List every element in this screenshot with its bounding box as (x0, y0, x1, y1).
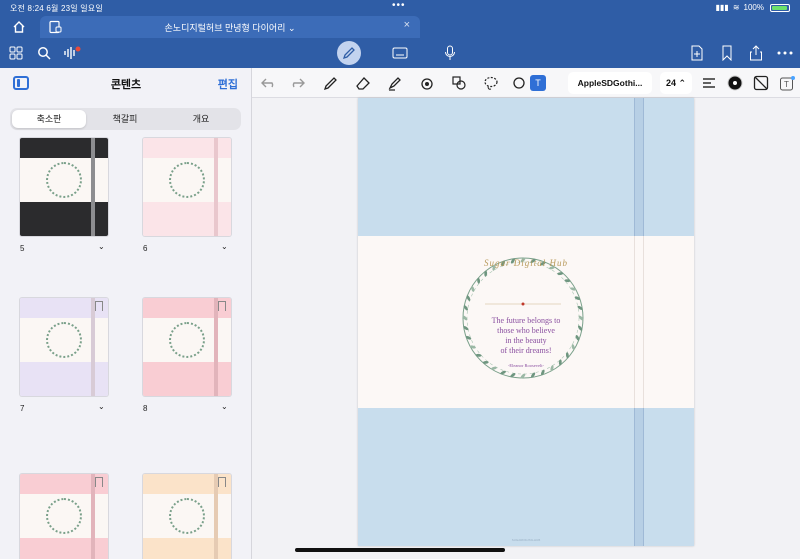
grid-icon[interactable] (7, 44, 25, 62)
status-bar: 오전 8:24 6월 23일 일요일 ••• ▮▮▮ ≋ 100% (0, 0, 800, 16)
wifi-icon: ≋ (732, 3, 740, 12)
chevron-down-icon[interactable]: ⌄ (221, 242, 228, 251)
battery-percent: 100% (743, 3, 764, 12)
brand-script-title: Sugar Digital Hub (483, 258, 568, 268)
document-tab[interactable]: 손노디지털허브 만녕형 다이어리 ⌄ × (40, 16, 420, 38)
home-icon[interactable] (10, 18, 28, 36)
thumb-strap (214, 138, 218, 236)
sidebar-edit-button[interactable]: 편집 (218, 76, 238, 92)
quote-line: in the beauty (505, 336, 547, 345)
text-box-icon[interactable]: T (778, 74, 796, 92)
align-left-icon[interactable] (700, 74, 718, 92)
chevron-down-icon[interactable]: ⌄ (221, 402, 228, 411)
thumb-wreath-icon (169, 322, 205, 358)
page-thumbnail[interactable] (143, 138, 231, 236)
more-icon[interactable] (776, 44, 794, 62)
shape-tool-icon[interactable] (418, 74, 436, 92)
annotation-toolbar: T AppleSDGothi... 24 ⌃ T (252, 68, 800, 98)
tab-bar: 손노디지털허브 만녕형 다이어리 ⌄ × (0, 16, 800, 38)
thumb-strap (214, 298, 218, 396)
search-icon[interactable] (35, 44, 53, 62)
page-thumbnail[interactable] (20, 138, 108, 236)
color-picker-icon[interactable] (726, 74, 744, 92)
thumb-bookmark-icon[interactable] (95, 477, 103, 487)
chevron-down-icon[interactable]: ⌄ (98, 402, 105, 411)
multitask-dots[interactable]: ••• (392, 0, 406, 11)
main-toolbar (0, 38, 800, 68)
document-tab-title: 손노디지털허브 만녕형 다이어리 ⌄ (164, 23, 296, 33)
thumb-wreath-icon (169, 498, 205, 534)
font-family-picker[interactable]: AppleSDGothi... (568, 72, 652, 94)
laser-pointer-icon[interactable] (510, 74, 528, 92)
thumb-wreath-icon (169, 162, 205, 198)
page-thumbnail[interactable] (143, 298, 231, 396)
tab-outline[interactable]: 개요 (164, 110, 238, 128)
undo-icon[interactable] (260, 74, 278, 92)
quote-author: -Eleanor Roosevelt- (507, 363, 545, 368)
quote-line: The future belongs to (491, 316, 561, 325)
thumb-bookmark-icon[interactable] (95, 301, 103, 311)
quote-line: of their dreams! (500, 346, 552, 355)
battery-icon (770, 3, 790, 12)
eraser-icon[interactable] (354, 74, 372, 92)
thumb-bookmark-icon[interactable] (218, 301, 226, 311)
home-indicator[interactable] (295, 548, 505, 552)
bookmark-icon[interactable] (718, 44, 736, 62)
background-style-icon[interactable] (752, 74, 770, 92)
tab-thumbnails[interactable]: 축소판 (12, 110, 86, 128)
thumbnail-page-number: 8 (143, 404, 148, 413)
thumb-wreath-icon (46, 322, 82, 358)
thumbnail-page-number: 6 (143, 244, 148, 253)
sidebar-segmented-control: 축소판 책갈피 개요 (10, 108, 241, 130)
share-icon[interactable] (747, 44, 765, 62)
diary-page[interactable]: Sugar Digital Hub The future belongs to … (358, 98, 694, 546)
page-footer-text: SUGARDIGITALHUB (511, 538, 541, 542)
pen-mode-icon (340, 44, 358, 62)
thumbnail-page-number: 5 (20, 244, 25, 253)
microphone-icon[interactable] (441, 44, 459, 62)
wreath-leaf (469, 345, 476, 349)
tab-bookmarks[interactable]: 책갈피 (88, 110, 162, 128)
app-root: 오전 8:24 6월 23일 일요일 ••• ▮▮▮ ≋ 100% 손노디지털허… (0, 0, 800, 559)
quote-text: The future belongs to those who believe … (478, 316, 574, 356)
font-size-picker[interactable]: 24 ⌃ (660, 72, 692, 94)
thumb-bookmark-icon[interactable] (218, 477, 226, 487)
quote-line: those who believe (497, 326, 555, 335)
page-thumbnail[interactable] (20, 474, 108, 559)
document-canvas[interactable]: Sugar Digital Hub The future belongs to … (252, 98, 800, 559)
add-page-icon[interactable] (688, 44, 706, 62)
lasso-icon[interactable] (482, 74, 500, 92)
tab-close-icon[interactable]: × (404, 19, 410, 31)
redo-icon[interactable] (288, 74, 306, 92)
svg-text:T: T (784, 80, 789, 89)
contents-sidebar: 콘텐츠 편집 축소판 책갈피 개요 5 ⌄ 6 ⌄ 7 ⌄ 8 ⌄ (0, 68, 252, 559)
keyboard-icon[interactable] (391, 44, 409, 62)
status-time: 오전 8:24 6월 23일 일요일 (10, 4, 103, 13)
page-thumbnail[interactable] (20, 298, 108, 396)
element-tool-icon[interactable] (450, 74, 468, 92)
thumb-wreath-icon (46, 498, 82, 534)
highlighter-icon[interactable] (386, 74, 404, 92)
audio-record-icon[interactable] (63, 44, 81, 62)
page-thumbnail[interactable] (143, 474, 231, 559)
chevron-down-icon[interactable]: ⌄ (98, 242, 105, 251)
text-tool-icon[interactable]: T (530, 75, 546, 91)
wreath-leaf (570, 287, 577, 291)
thumbnail-page-number: 7 (20, 404, 25, 413)
sidebar-title: 콘텐츠 (110, 79, 142, 91)
status-right: ▮▮▮ ≋ 100% (716, 3, 790, 12)
thumb-wreath-icon (46, 162, 82, 198)
page-strap-gap (634, 236, 644, 408)
thumb-strap (91, 138, 95, 236)
pen-tool-icon[interactable] (322, 74, 340, 92)
sidebar-header: 콘텐츠 편집 (0, 68, 252, 100)
signal-icon: ▮▮▮ (715, 3, 729, 12)
thumb-strap (91, 298, 95, 396)
